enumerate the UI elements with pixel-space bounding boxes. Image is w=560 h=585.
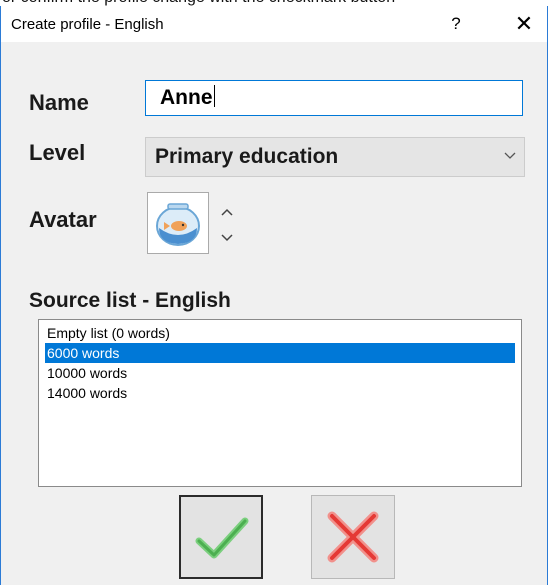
source-list-heading: Source list - English [29,289,231,312]
source-listbox[interactable]: Empty list (0 words) 6000 words 10000 wo… [38,319,522,487]
checkmark-icon [195,517,249,559]
avatar-picker[interactable] [147,192,209,254]
cancel-button[interactable] [311,495,395,579]
red-x-icon [327,511,379,563]
dialog-title: Create profile - English [11,16,164,33]
title-bar: Create profile - English ? ✕ [1,6,547,42]
confirm-button[interactable] [179,495,263,579]
text-caret [213,85,215,107]
level-label: Level [29,140,86,165]
level-value: Primary education [155,145,339,168]
chevron-down-icon[interactable] [214,224,240,250]
name-value: Anne [160,86,213,109]
goldfish-bowl-icon [156,203,200,246]
level-dropdown[interactable]: Primary education [145,137,525,177]
chevron-down-icon [504,147,516,163]
avatar-spinner [214,194,240,254]
chevron-up-icon[interactable] [214,198,240,224]
name-label: Name [29,90,89,115]
list-item[interactable]: 10000 words [45,363,515,383]
help-button[interactable]: ? [441,11,471,37]
list-item-selected[interactable]: 6000 words [45,343,515,363]
name-input[interactable]: Anne [145,80,523,116]
list-item[interactable]: Empty list (0 words) [45,323,515,343]
create-profile-dialog: Create profile - English ? ✕ Name Anne L… [0,6,548,585]
avatar-label: Avatar [29,207,97,232]
close-button[interactable]: ✕ [508,11,540,37]
dialog-content: Name Anne Level Primary education Avatar [1,42,547,585]
list-item[interactable]: 14000 words [45,383,515,403]
